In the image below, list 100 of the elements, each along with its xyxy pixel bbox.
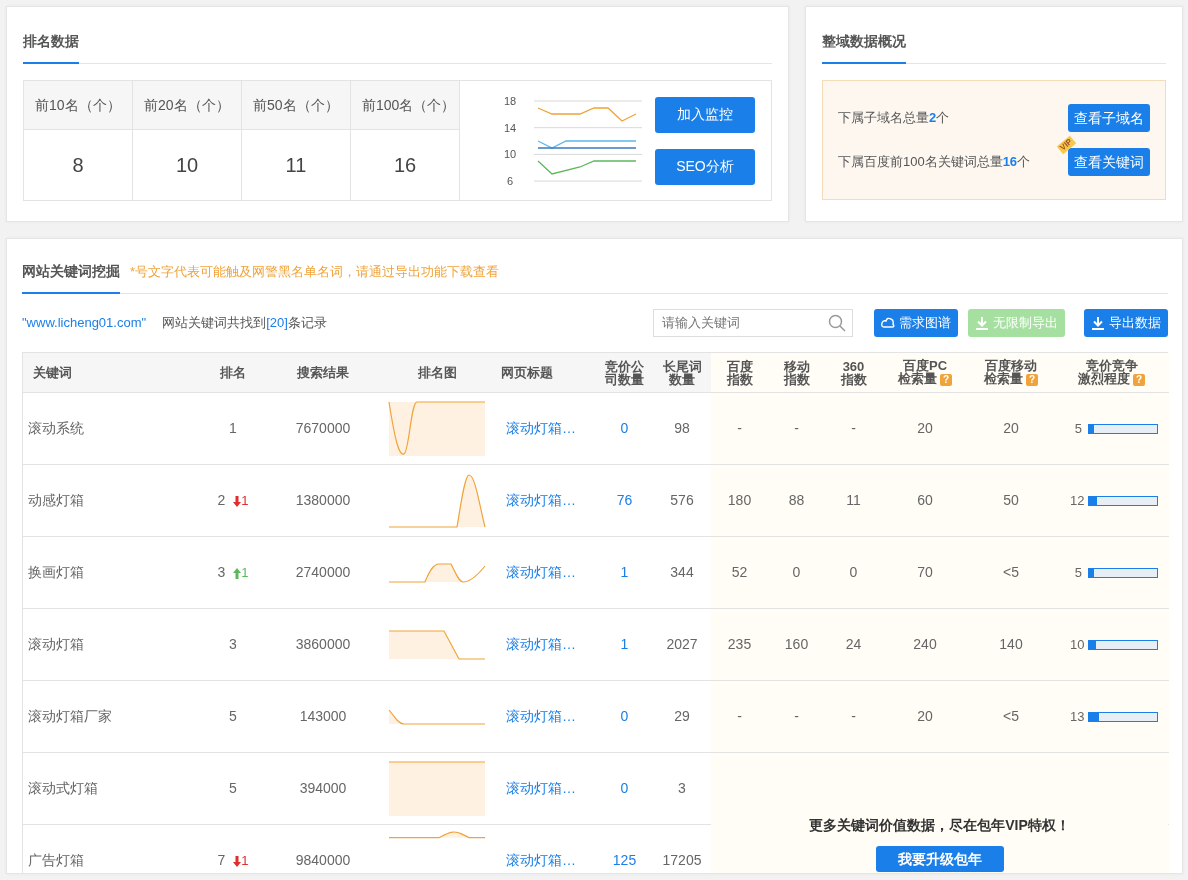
toolbar-button[interactable]: 导出数据: [1084, 309, 1168, 337]
panel-title: 排名数据: [23, 31, 79, 64]
competition-value: 13: [1070, 707, 1082, 726]
keyword-cell-text: 滚动灯箱厂家: [28, 707, 112, 726]
search-results-cell-text: 394000: [299, 779, 347, 798]
data-cell-text: 240: [913, 635, 937, 654]
longtail-cell-text: 2027: [666, 635, 698, 654]
stat-label: 前50名（个）: [242, 81, 351, 130]
column-header: 搜索结果: [297, 366, 349, 379]
column-header: 长尾词 数量: [662, 359, 702, 386]
axis-label: 14: [503, 121, 517, 134]
arrow-down-icon: [233, 495, 242, 507]
help-icon[interactable]: ?: [1133, 374, 1145, 386]
rank-change: 1: [233, 850, 249, 871]
page-title-link[interactable]: 滚动灯箱…: [506, 418, 576, 439]
column-header: 竞价公 司数量: [605, 359, 644, 386]
data-cell-text: <5: [1003, 707, 1019, 726]
view-button[interactable]: 查看子域名: [1068, 104, 1150, 132]
bid-count-link[interactable]: 0: [620, 418, 629, 439]
competition-value: 5: [1073, 563, 1082, 582]
info-text: 下属子域名总量2个: [837, 109, 950, 128]
competition-value: 12: [1070, 491, 1082, 510]
data-cell-text: 0: [849, 563, 858, 582]
stat-value: 10: [133, 130, 242, 200]
data-cell-text: -: [851, 419, 856, 438]
rank-cell-text: 3: [229, 635, 237, 654]
upgrade-button[interactable]: 我要升级包年: [875, 846, 1004, 872]
stat-label: 前20名（个）: [133, 81, 242, 130]
column-header: 移动 指数: [783, 359, 810, 386]
column-header: 网页标题: [501, 366, 553, 379]
axis-label: 10: [503, 147, 517, 160]
bid-count-link[interactable]: 1: [620, 562, 629, 583]
bid-count-link[interactable]: 0: [620, 706, 629, 727]
bid-count-link[interactable]: 125: [612, 850, 637, 871]
action-button[interactable]: SEO分析: [654, 148, 755, 185]
column-header: 百度移动 检索量 ?: [984, 359, 1038, 386]
rank-cell-text: 2: [217, 491, 226, 510]
data-cell-text: 160: [784, 635, 809, 654]
domain-link[interactable]: "www.licheng01.com": [22, 313, 147, 333]
rank-change: 1: [233, 562, 249, 583]
page-title-link[interactable]: 滚动灯箱…: [506, 706, 576, 727]
bid-count-link[interactable]: 76: [616, 490, 633, 511]
data-cell-text: 50: [1003, 491, 1019, 510]
axis-label: 18: [503, 94, 517, 107]
data-cell-text: 0: [792, 563, 801, 582]
rank-cell-text: 7: [217, 851, 226, 870]
column-header: 360 指数: [840, 359, 867, 386]
action-button[interactable]: 加入监控: [654, 96, 755, 133]
page-title-link[interactable]: 滚动灯箱…: [506, 562, 576, 583]
page-title-link[interactable]: 滚动灯箱…: [506, 490, 576, 511]
cloud-icon: [881, 316, 895, 330]
search-results-cell-text: 9840000: [295, 851, 351, 870]
data-cell-text: 20: [917, 707, 933, 726]
arrow-down-icon: [233, 855, 242, 867]
data-cell-text: 140: [999, 635, 1023, 654]
data-cell-text: 20: [917, 419, 933, 438]
search-icon[interactable]: [828, 314, 846, 332]
keyword-cell-text: 动感灯箱: [28, 491, 84, 510]
data-cell-text: 20: [1003, 419, 1019, 438]
competition-meter: [1088, 423, 1158, 434]
longtail-cell-text: 29: [674, 707, 690, 726]
keyword-cell-text: 滚动灯箱: [28, 635, 84, 654]
help-icon[interactable]: ?: [940, 374, 952, 386]
column-header: 排名: [220, 366, 246, 379]
stat-value: 11: [242, 130, 351, 200]
competition-meter: [1088, 567, 1158, 578]
data-cell-text: -: [737, 419, 742, 438]
data-cell-text: 24: [845, 635, 862, 654]
rank-cell-text: 5: [229, 707, 237, 726]
keyword-cell-text: 滚动系统: [28, 419, 84, 438]
vip-message: 更多关键词价值数据，尽在包年VIP特权！: [809, 816, 1070, 835]
column-header: 排名图: [417, 366, 457, 379]
data-cell-text: 180: [727, 491, 752, 510]
section-title: 网站关键词挖掘: [22, 261, 120, 294]
bid-count-link[interactable]: 1: [620, 634, 629, 655]
search-results-cell-text: 3860000: [295, 635, 351, 654]
column-header: 百度PC 检索量 ?: [898, 359, 952, 386]
search-results-cell-text: 1380000: [295, 491, 351, 510]
arrow-up-icon: [233, 567, 242, 579]
bid-count-link[interactable]: 0: [620, 778, 629, 799]
notice-text: *号文字代表可能触及网警黑名单名词，请通过导出功能下载查看: [130, 262, 500, 281]
page-title-link[interactable]: 滚动灯箱…: [506, 634, 576, 655]
column-header: 竞价竞争 激烈程度 ?: [1078, 359, 1145, 386]
stat-value: 16: [351, 130, 460, 200]
download-icon: [1091, 316, 1105, 330]
competition-meter: [1088, 711, 1158, 722]
help-icon[interactable]: ?: [1026, 374, 1038, 386]
page-title-link[interactable]: 滚动灯箱…: [506, 850, 576, 871]
data-cell-text: 11: [846, 491, 861, 510]
toolbar-button[interactable]: 需求图谱: [874, 309, 958, 337]
data-cell-text: -: [851, 707, 856, 726]
data-cell-text: 60: [917, 491, 933, 510]
view-button[interactable]: 查看关键词: [1068, 148, 1150, 176]
keyword-cell-text: 换画灯箱: [28, 563, 84, 582]
axis-label: 6: [506, 174, 514, 187]
competition-value: 10: [1070, 635, 1082, 654]
panel-title: 整域数据概况: [821, 31, 906, 64]
search-results-cell-text: 2740000: [295, 563, 351, 582]
page-title-link[interactable]: 滚动灯箱…: [506, 778, 576, 799]
search-field[interactable]: 请输入关键词: [653, 309, 853, 337]
